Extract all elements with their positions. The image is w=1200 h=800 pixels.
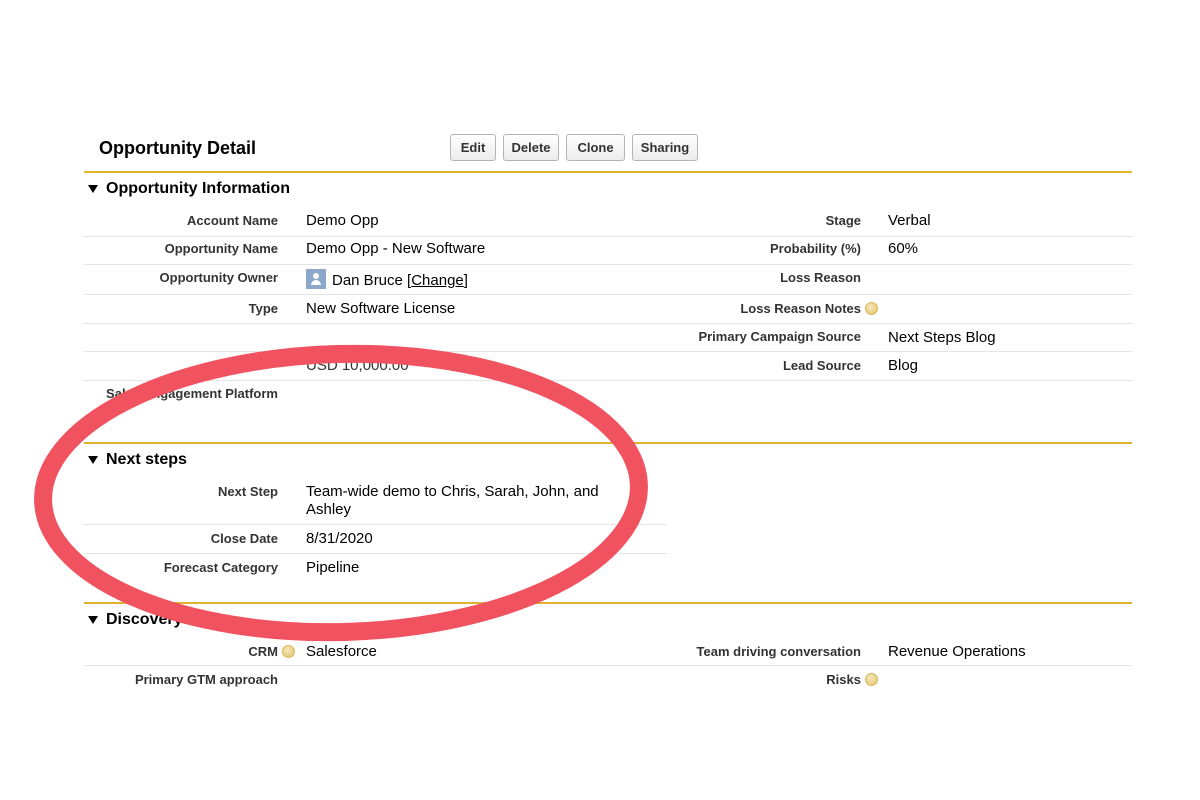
field-label-next-step: Next Step [218, 484, 278, 499]
row-divider [84, 665, 667, 666]
section-title: Next steps [106, 451, 187, 468]
row-divider [667, 264, 1132, 265]
field-label-sales-engagement-platform: Sales Engagement Platform [106, 386, 278, 401]
next-step-line-1: Team-wide demo to Chris, Sarah, John, an… [306, 483, 599, 500]
triangle-down-icon [88, 616, 98, 624]
row-divider [84, 323, 667, 324]
field-value-account-name: Demo Opp [306, 212, 379, 229]
field-label-risks: Risks [780, 672, 882, 688]
field-label-loss-reason: Loss Reason [780, 270, 861, 285]
owner-name[interactable]: Dan Bruce [332, 272, 403, 289]
field-label-team-driving-conversation: Team driving conversation [696, 644, 861, 659]
field-label-lead-source: Lead Source [782, 358, 861, 373]
field-value-probability: 60% [888, 240, 919, 257]
row-divider [84, 524, 667, 525]
field-label-opportunity-owner: Opportunity Owner [159, 270, 278, 285]
field-label-account-name: Account Name [186, 213, 278, 228]
field-label-probability: Probability (%) [769, 241, 861, 256]
field-value-team-driving-conversation: Revenue Operations [888, 643, 1026, 660]
help-icon[interactable] [865, 673, 878, 687]
field-label-stage: Stage [825, 213, 861, 228]
section-divider [84, 171, 1132, 173]
field-value-opportunity-name: Demo Opp - New Software [306, 240, 486, 257]
field-label-close-date: Close Date [210, 531, 278, 546]
field-value-forecast-category: Pipeline [306, 559, 360, 576]
loss-reason-notes-text: Loss Reason Notes [740, 301, 861, 316]
next-step-line-2: Ashley [306, 501, 352, 518]
triangle-down-icon [88, 185, 98, 193]
field-value-primary-campaign-source: Next Steps Blog [888, 329, 996, 346]
section-divider [84, 602, 1132, 604]
page-title: Opportunity Detail [99, 138, 256, 158]
section-next-steps[interactable]: Next steps [88, 451, 187, 469]
row-divider [84, 351, 667, 352]
delete-button[interactable]: Delete [503, 134, 559, 161]
edit-button[interactable]: Edit [450, 134, 496, 161]
field-value-lead-source: Blog [888, 357, 919, 374]
crm-label-text: CRM [248, 644, 278, 659]
section-discovery[interactable]: Discovery [88, 611, 183, 629]
sharing-button[interactable]: Sharing [632, 134, 698, 161]
field-label-primary-campaign-source: Primary Campaign Source [698, 329, 861, 344]
row-divider [84, 264, 667, 265]
clone-button[interactable]: Clone [566, 134, 625, 161]
change-link-close: ] [463, 271, 468, 289]
user-avatar-icon [306, 269, 326, 289]
field-label-forecast-category: Forecast Category [163, 560, 278, 575]
field-value-next-step: Team-wide demo to Chris, Sarah, John, an… [306, 483, 599, 519]
section-divider [84, 442, 1132, 444]
field-label-type: Type [248, 301, 278, 316]
field-value-amount: USD 10,000.00 [306, 357, 409, 374]
section-title: Opportunity Information [106, 180, 290, 197]
section-title: Discovery [106, 611, 183, 628]
field-value-crm: Salesforce [306, 643, 377, 660]
field-label-opportunity-name: Opportunity Name [164, 241, 278, 256]
row-divider [84, 380, 667, 381]
row-divider [84, 294, 667, 295]
help-icon[interactable] [282, 645, 295, 659]
row-divider [667, 236, 1132, 237]
row-divider [84, 236, 667, 237]
field-label-primary-gtm-approach: Primary GTM approach [134, 672, 278, 687]
section-opportunity-information[interactable]: Opportunity Information [88, 180, 290, 198]
field-value-opportunity-owner: Dan Bruce [Change] [306, 269, 468, 291]
field-value-type: New Software License [306, 300, 456, 317]
row-divider [84, 553, 667, 554]
risks-label-text: Risks [826, 672, 861, 687]
field-value-close-date: 8/31/2020 [306, 530, 373, 547]
row-divider [667, 665, 1132, 666]
change-owner-link[interactable]: Change [411, 272, 464, 289]
row-divider [667, 294, 1132, 295]
field-label-loss-reason-notes: Loss Reason Notes [690, 301, 882, 317]
row-divider [667, 380, 1132, 381]
field-label-crm: CRM [200, 644, 298, 660]
help-icon[interactable] [865, 302, 878, 316]
row-divider [667, 351, 1132, 352]
row-divider [667, 323, 1132, 324]
field-value-stage: Verbal [888, 212, 931, 229]
triangle-down-icon [88, 456, 98, 464]
